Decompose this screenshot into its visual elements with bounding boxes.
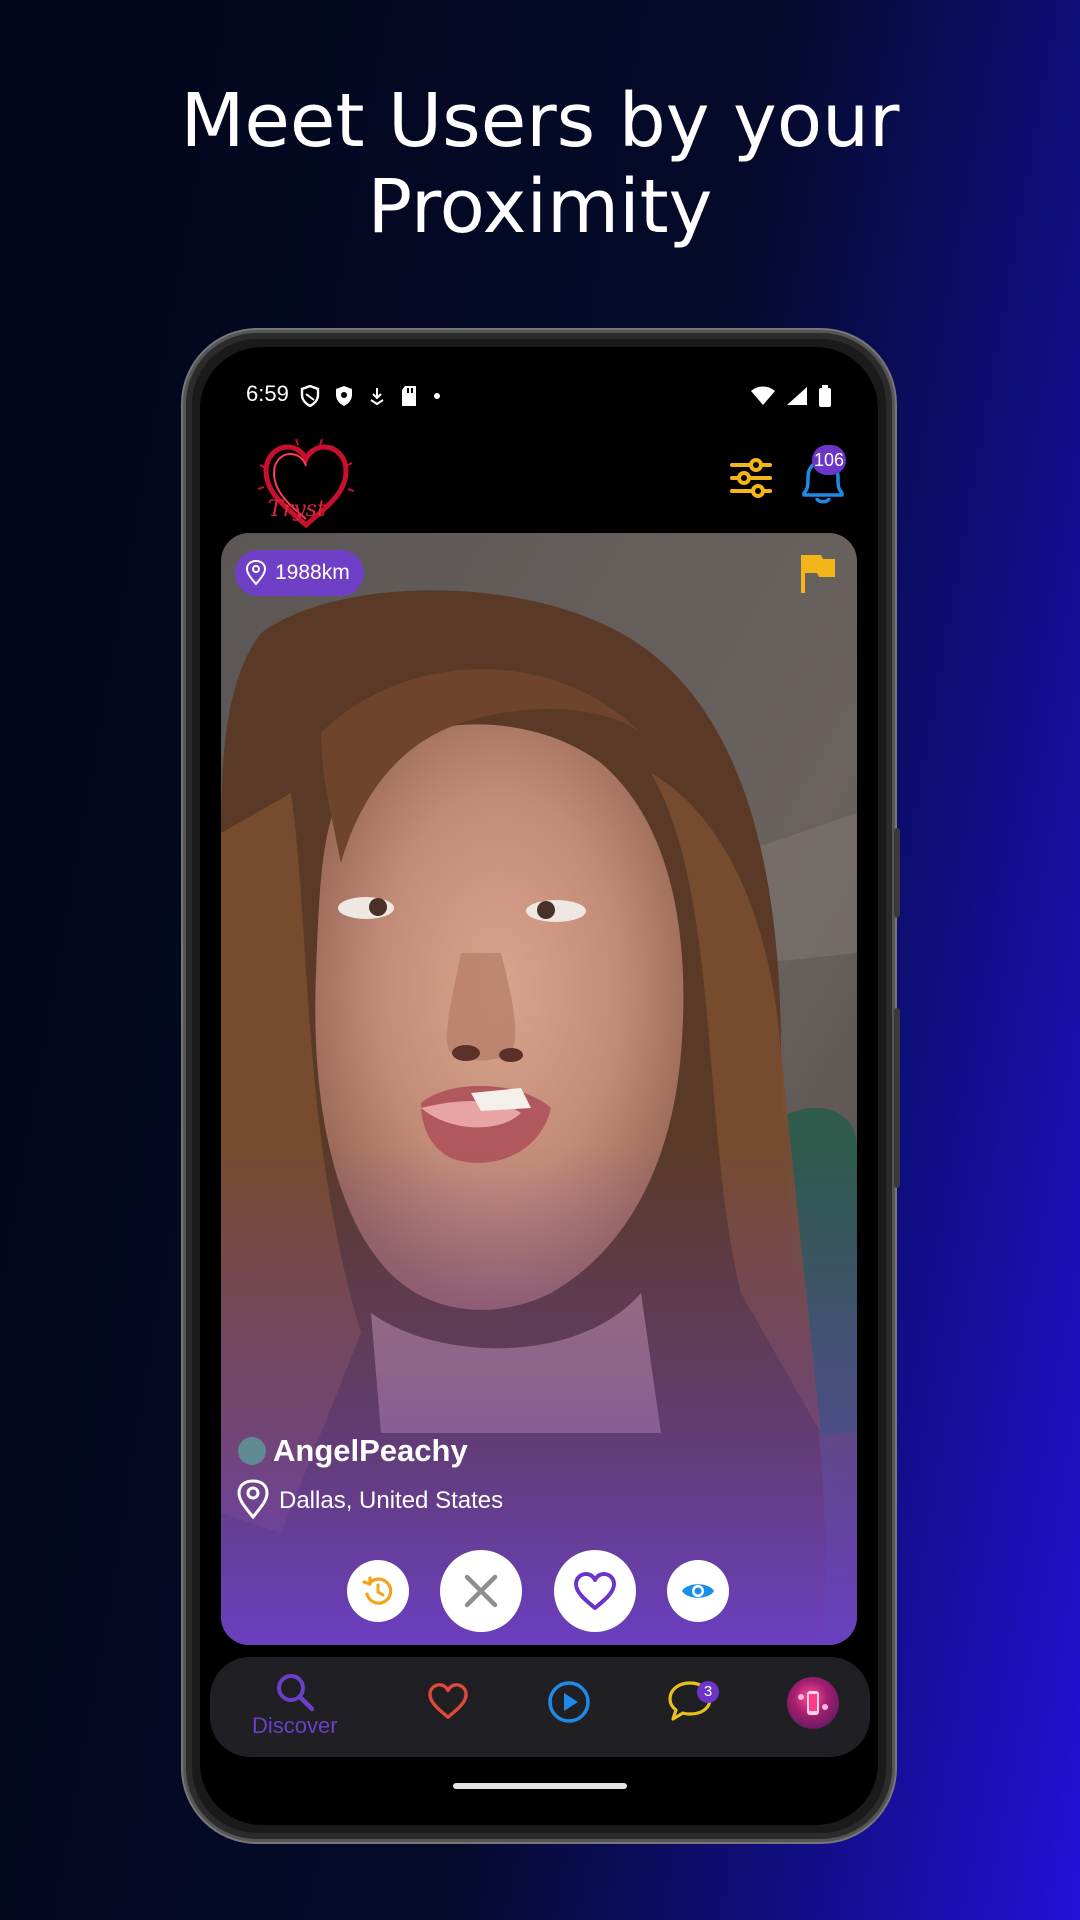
distance-badge: 1988km	[235, 550, 364, 596]
location-pin-icon	[245, 560, 267, 586]
chat-badge: 3	[697, 1681, 719, 1703]
like-button[interactable]	[554, 1550, 636, 1632]
nav-discover[interactable]: Discover	[252, 1671, 338, 1739]
shield-icon	[300, 385, 320, 407]
profile-card[interactable]: 1988km AngelPeachy Dallas, United States	[221, 533, 857, 1645]
nav-likes[interactable]	[426, 1681, 470, 1721]
bottom-nav: Discover 3	[210, 1657, 870, 1757]
headline: Meet Users by your Proximity	[0, 78, 1080, 250]
notification-badge: 106	[812, 445, 847, 475]
eye-icon	[682, 1584, 714, 1598]
signal-icon	[787, 387, 807, 405]
search-icon	[276, 1674, 315, 1712]
nav-videos[interactable]	[546, 1679, 592, 1725]
status-time: 6:59	[246, 381, 289, 406]
shield-filled-icon	[336, 386, 352, 406]
view-profile-button[interactable]	[667, 1560, 729, 1622]
home-indicator[interactable]	[453, 1783, 627, 1789]
filter-icon[interactable]	[728, 455, 774, 501]
close-icon	[464, 1574, 498, 1608]
user-location: Dallas, United States	[279, 1487, 504, 1514]
nav-discover-label: Discover	[252, 1713, 338, 1738]
wifi-icon	[751, 386, 775, 405]
download-icon	[370, 388, 384, 406]
distance-text: 1988km	[275, 561, 350, 584]
profile-photo	[221, 533, 857, 1645]
power-button	[894, 1008, 900, 1188]
report-flag-icon[interactable]	[797, 551, 837, 595]
app-screen: 6:59 Tryst 106 1988km AngelPeachy Dallas…	[200, 347, 878, 1825]
status-right-icons	[750, 385, 832, 407]
sd-card-icon	[402, 386, 416, 406]
status-left-icons	[300, 385, 442, 407]
headline-line-1: Meet Users by your	[180, 78, 900, 164]
battery-icon	[819, 385, 831, 407]
status-bar: 6:59	[200, 377, 878, 417]
logo-text: Tryst	[268, 497, 326, 522]
phone-frame: 6:59 Tryst 106 1988km AngelPeachy Dallas…	[183, 330, 900, 1842]
play-circle-icon	[548, 1681, 590, 1723]
location-pin-icon	[237, 1479, 269, 1519]
rewind-button[interactable]	[347, 1560, 409, 1622]
heart-icon	[574, 1572, 616, 1610]
avatar-image	[798, 1691, 828, 1715]
heart-icon	[428, 1683, 468, 1719]
headline-line-2: Proximity	[367, 164, 713, 250]
rewind-icon	[362, 1576, 393, 1605]
nav-profile-avatar[interactable]	[787, 1677, 839, 1729]
volume-button	[894, 828, 900, 918]
pass-button[interactable]	[440, 1550, 522, 1632]
online-status-dot	[238, 1437, 266, 1465]
dot-icon	[434, 393, 440, 399]
user-name: AngelPeachy	[273, 1433, 468, 1468]
